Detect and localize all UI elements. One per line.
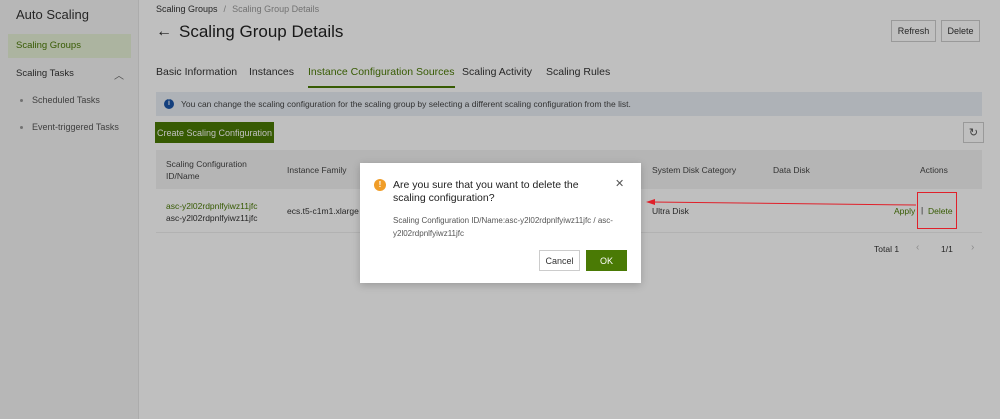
dialog-body: Scaling Configuration ID/Name:asc-y2l02r… xyxy=(393,216,613,238)
cancel-button[interactable]: Cancel xyxy=(539,250,580,271)
annotation-arrow-head xyxy=(646,199,655,205)
dialog-title: Are you sure that you want to delete the… xyxy=(393,179,579,204)
confirm-delete-dialog: ! Are you sure that you want to delete t… xyxy=(360,163,641,283)
ok-button[interactable]: OK xyxy=(586,250,627,271)
annotation-arrow-line xyxy=(651,201,917,206)
close-icon[interactable]: ✕ xyxy=(615,177,624,190)
warning-icon: ! xyxy=(374,179,386,191)
